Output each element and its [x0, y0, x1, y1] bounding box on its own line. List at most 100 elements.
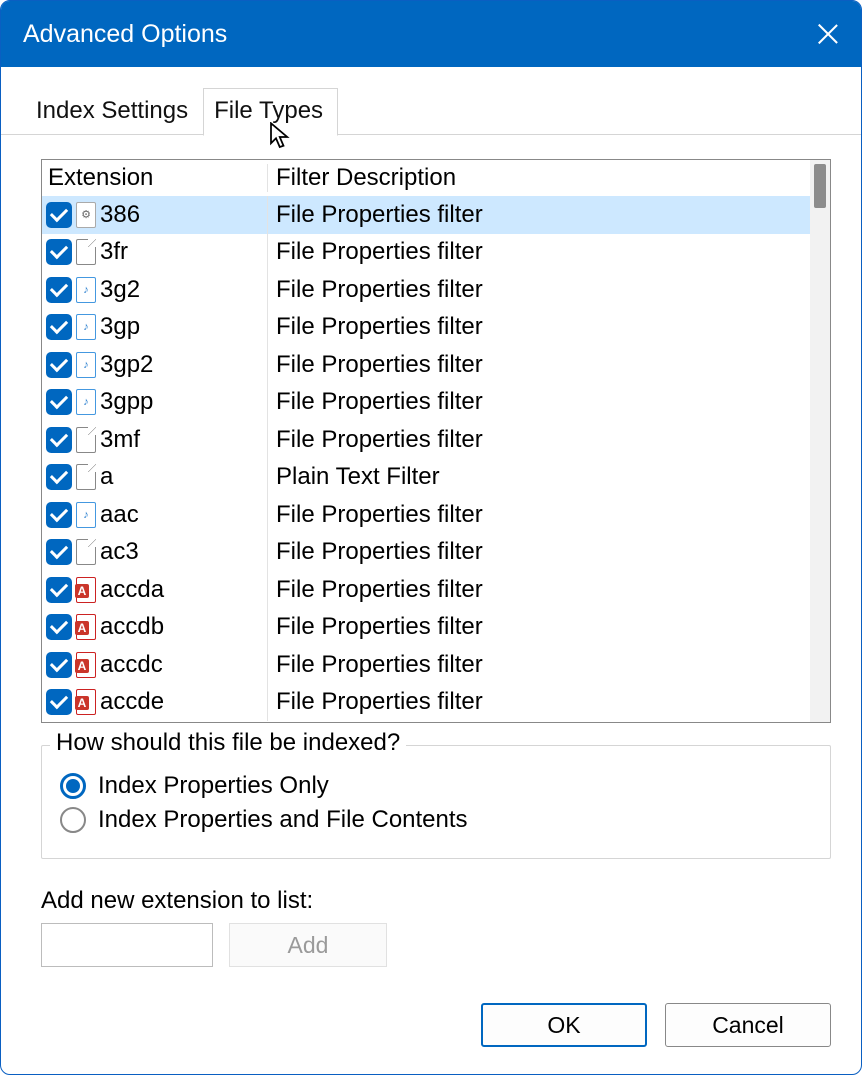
cancel-button[interactable]: Cancel [665, 1003, 831, 1047]
header-extension[interactable]: Extension [42, 164, 268, 192]
extension-text: 3mf [100, 426, 140, 454]
tab-file-types[interactable]: File Types [203, 88, 338, 136]
extension-text: accdb [100, 613, 164, 641]
table-row[interactable]: ⚙386 File Properties filter [42, 196, 810, 234]
filter-description-text: File Properties filter [268, 351, 810, 379]
add-extension-label: Add new extension to list: [41, 887, 831, 915]
header-filter-description[interactable]: Filter Description [268, 164, 810, 192]
filter-description-text: File Properties filter [268, 276, 810, 304]
checkbox[interactable] [46, 577, 72, 603]
filter-description-text: File Properties filter [268, 201, 810, 229]
add-extension-section: Add new extension to list: Add [41, 887, 831, 967]
table-row[interactable]: a Plain Text Filter [42, 459, 810, 497]
extension-text: aac [100, 501, 139, 529]
gear-file-icon: ⚙ [76, 202, 96, 228]
filter-description-text: File Properties filter [268, 651, 810, 679]
tab-strip: Index Settings File Types [1, 87, 861, 135]
checkbox[interactable] [46, 614, 72, 640]
titlebar: Advanced Options [1, 1, 861, 67]
blank-file-icon [76, 427, 96, 453]
table-row[interactable]: accdb File Properties filter [42, 609, 810, 647]
checkbox[interactable] [46, 389, 72, 415]
blank-file-icon [76, 539, 96, 565]
file-types-panel: Extension Filter Description ⚙386 File Pr… [1, 135, 861, 981]
dialog-footer: OK Cancel [1, 981, 861, 1067]
table-row[interactable]: ♪aac File Properties filter [42, 496, 810, 534]
extension-listview[interactable]: Extension Filter Description ⚙386 File Pr… [41, 159, 831, 723]
access-file-icon [76, 577, 96, 603]
add-button[interactable]: Add [229, 923, 387, 967]
extension-text: 3fr [100, 238, 128, 266]
scrollbar-thumb[interactable] [814, 164, 826, 208]
radio-label: Index Properties Only [98, 772, 329, 800]
table-row[interactable]: ac3 File Properties filter [42, 534, 810, 572]
table-row[interactable]: accda File Properties filter [42, 571, 810, 609]
extension-text: a [100, 463, 113, 491]
checkbox[interactable] [46, 464, 72, 490]
radio-icon [60, 773, 86, 799]
access-file-icon [76, 614, 96, 640]
filter-description-text: File Properties filter [268, 426, 810, 454]
group-legend: How should this file be indexed? [50, 729, 406, 757]
table-row[interactable]: ♪3gp File Properties filter [42, 309, 810, 347]
add-extension-input[interactable] [41, 923, 213, 967]
checkbox[interactable] [46, 539, 72, 565]
extension-text: 3gpp [100, 388, 153, 416]
radio-label: Index Properties and File Contents [98, 806, 468, 834]
checkbox[interactable] [46, 427, 72, 453]
checkbox[interactable] [46, 314, 72, 340]
blank-file-icon [76, 239, 96, 265]
table-row[interactable]: ♪3gp2 File Properties filter [42, 346, 810, 384]
media-file-icon: ♪ [76, 314, 96, 340]
media-file-icon: ♪ [76, 277, 96, 303]
table-row[interactable]: accdc File Properties filter [42, 646, 810, 684]
extension-text: 3gp2 [100, 351, 153, 379]
filter-description-text: File Properties filter [268, 576, 810, 604]
checkbox[interactable] [46, 239, 72, 265]
filter-description-text: File Properties filter [268, 538, 810, 566]
filter-description-text: File Properties filter [268, 613, 810, 641]
extension-text: ac3 [100, 538, 139, 566]
checkbox[interactable] [46, 689, 72, 715]
filter-description-text: File Properties filter [268, 238, 810, 266]
filter-description-text: File Properties filter [268, 501, 810, 529]
window-title: Advanced Options [23, 20, 227, 49]
media-file-icon: ♪ [76, 502, 96, 528]
table-row[interactable]: 3fr File Properties filter [42, 234, 810, 272]
radio-index-properties-and-contents[interactable]: Index Properties and File Contents [60, 806, 812, 834]
filter-description-text: File Properties filter [268, 313, 810, 341]
extension-text: accdc [100, 651, 163, 679]
radio-index-properties-only[interactable]: Index Properties Only [60, 772, 812, 800]
listview-header: Extension Filter Description [42, 160, 810, 196]
extension-text: 386 [100, 201, 140, 229]
tab-index-settings[interactable]: Index Settings [25, 88, 203, 136]
listview-scrollbar[interactable] [810, 160, 830, 722]
table-row[interactable]: ♪3gpp File Properties filter [42, 384, 810, 422]
close-icon[interactable] [817, 23, 839, 45]
filter-description-text: File Properties filter [268, 688, 810, 716]
table-row[interactable]: 3mf File Properties filter [42, 421, 810, 459]
checkbox[interactable] [46, 352, 72, 378]
checkbox[interactable] [46, 652, 72, 678]
filter-description-text: Plain Text Filter [268, 463, 810, 491]
extension-text: accda [100, 576, 164, 604]
checkbox[interactable] [46, 202, 72, 228]
advanced-options-dialog: Advanced Options Index Settings File Typ… [0, 0, 862, 1075]
client-area: Index Settings File Types Extension Filt… [1, 67, 861, 1074]
media-file-icon: ♪ [76, 389, 96, 415]
access-file-icon [76, 689, 96, 715]
access-file-icon [76, 652, 96, 678]
extension-text: 3g2 [100, 276, 140, 304]
checkbox[interactable] [46, 277, 72, 303]
extension-text: accde [100, 688, 164, 716]
checkbox[interactable] [46, 502, 72, 528]
table-row[interactable]: ♪3g2 File Properties filter [42, 271, 810, 309]
index-mode-group: How should this file be indexed? Index P… [41, 745, 831, 859]
table-row[interactable]: accde File Properties filter [42, 684, 810, 722]
ok-button[interactable]: OK [481, 1003, 647, 1047]
blank-file-icon [76, 464, 96, 490]
media-file-icon: ♪ [76, 352, 96, 378]
extension-text: 3gp [100, 313, 140, 341]
radio-icon [60, 807, 86, 833]
filter-description-text: File Properties filter [268, 388, 810, 416]
